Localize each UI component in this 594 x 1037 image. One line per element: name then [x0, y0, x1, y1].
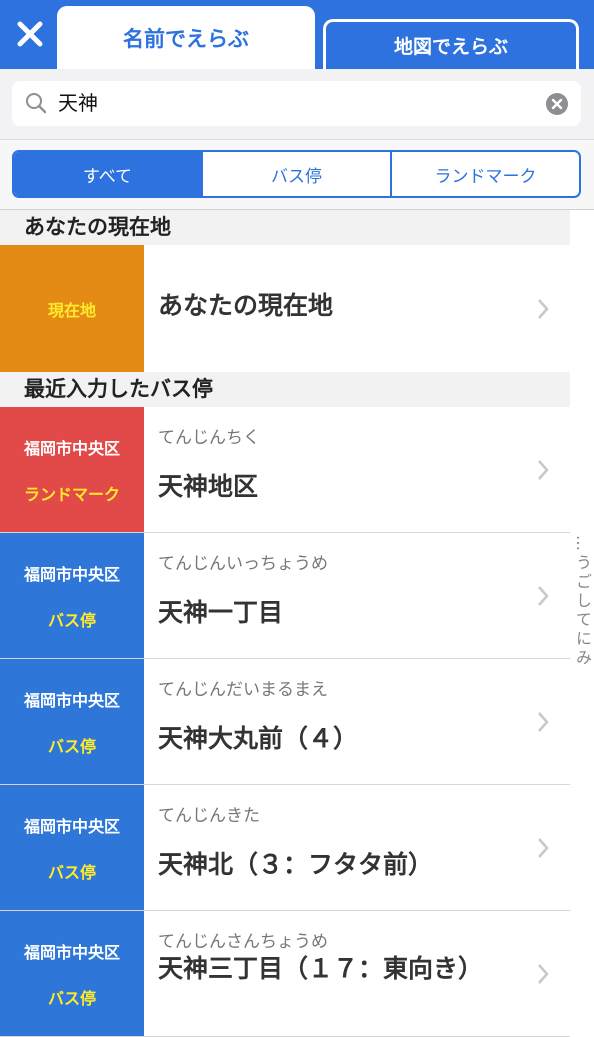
list-item[interactable]: 福岡市中央区 バス停 てんじんいっちょうめ 天神一丁目 — [0, 533, 570, 659]
close-icon — [17, 21, 43, 47]
place-name: 天神地区 — [158, 472, 259, 501]
chevron-right-icon — [538, 711, 549, 732]
category-tag: 福岡市中央区 バス停 — [0, 659, 144, 784]
clear-icon[interactable] — [545, 92, 569, 116]
tag-type: バス停 — [47, 736, 96, 756]
tag-area: 福岡市中央区 — [23, 564, 120, 584]
tag-type: バス停 — [47, 862, 96, 882]
chevron-right-icon — [538, 963, 549, 984]
tab-select-by-map[interactable]: 地図でえらぶ — [323, 19, 579, 69]
top-bar: 名前でえらぶ 地図でえらぶ — [0, 0, 594, 69]
place-reading: てんじんだいまるまえ — [158, 680, 328, 700]
section-header-current: あなたの現在地 — [0, 210, 570, 245]
place-reading: てんじんきた — [158, 806, 260, 826]
place-reading: てんじんちく — [158, 428, 260, 448]
tag-area: 福岡市中央区 — [23, 816, 120, 836]
tab-select-by-name[interactable]: 名前でえらぶ — [57, 6, 315, 69]
place-reading: てんじんさんちょうめ — [158, 932, 328, 952]
tag-type: 現在地 — [47, 300, 96, 320]
list-item[interactable]: 福岡市中央区 バス停 てんじんさんちょうめ 天神三丁目（１７：東向き） — [0, 911, 570, 1037]
search-area: 天神 — [0, 69, 594, 140]
category-tag: 福岡市中央区 バス停 — [0, 533, 144, 658]
section-header-recent: 最近入力したバス停 — [0, 372, 570, 407]
close-button[interactable] — [10, 14, 50, 54]
tag-type: バス停 — [47, 988, 96, 1008]
chevron-right-icon — [538, 298, 549, 319]
chevron-right-icon — [538, 585, 549, 606]
list-item[interactable]: 福岡市中央区 バス停 てんじんだいまるまえ 天神大丸前（４） — [0, 659, 570, 785]
category-tag: 福岡市中央区 ランドマーク — [0, 407, 144, 532]
segment-all[interactable]: すべて — [14, 152, 203, 196]
place-name: 天神一丁目 — [158, 598, 284, 627]
place-reading: てんじんいっちょうめ — [158, 554, 328, 574]
chevron-right-icon — [538, 837, 549, 858]
place-name: 天神北（３：フタタ前） — [158, 850, 434, 879]
category-tag: 福岡市中央区 バス停 — [0, 785, 144, 910]
place-name: 天神三丁目（１７：東向き） — [158, 954, 484, 983]
search-value: 天神 — [58, 91, 98, 115]
segment-bus-stop[interactable]: バス停 — [203, 152, 392, 196]
place-name: あなたの現在地 — [158, 291, 334, 320]
list-item[interactable]: 福岡市中央区 ランドマーク てんじんちく 天神地区 — [0, 407, 570, 533]
current-location-row[interactable]: 現在地 あなたの現在地 — [0, 245, 570, 372]
segment-landmark[interactable]: ランドマーク — [392, 152, 579, 196]
category-tag: 福岡市中央区 バス停 — [0, 911, 144, 1036]
tag-area: 福岡市中央区 — [23, 942, 120, 962]
tag-area: 福岡市中央区 — [23, 690, 120, 710]
result-list: あなたの現在地 現在地 あなたの現在地 最近入力したバス停 福岡市中央区 ランド… — [0, 210, 570, 1037]
filter-segmented-control: すべて バス停 ランドマーク — [12, 150, 581, 198]
tag-area: 福岡市中央区 — [23, 438, 120, 458]
list-item[interactable]: 福岡市中央区 バス停 てんじんきた 天神北（３：フタタ前） — [0, 785, 570, 911]
tag-type: バス停 — [47, 610, 96, 630]
chevron-right-icon — [538, 459, 549, 480]
current-location-tag: 現在地 — [0, 245, 144, 372]
scroll-hint: …うごしてにみ — [573, 535, 592, 668]
filter-area: すべて バス停 ランドマーク — [0, 140, 594, 210]
search-input[interactable]: 天神 — [12, 81, 581, 126]
search-icon — [26, 93, 47, 114]
place-name: 天神大丸前（４） — [158, 724, 359, 753]
tag-type: ランドマーク — [23, 484, 120, 504]
